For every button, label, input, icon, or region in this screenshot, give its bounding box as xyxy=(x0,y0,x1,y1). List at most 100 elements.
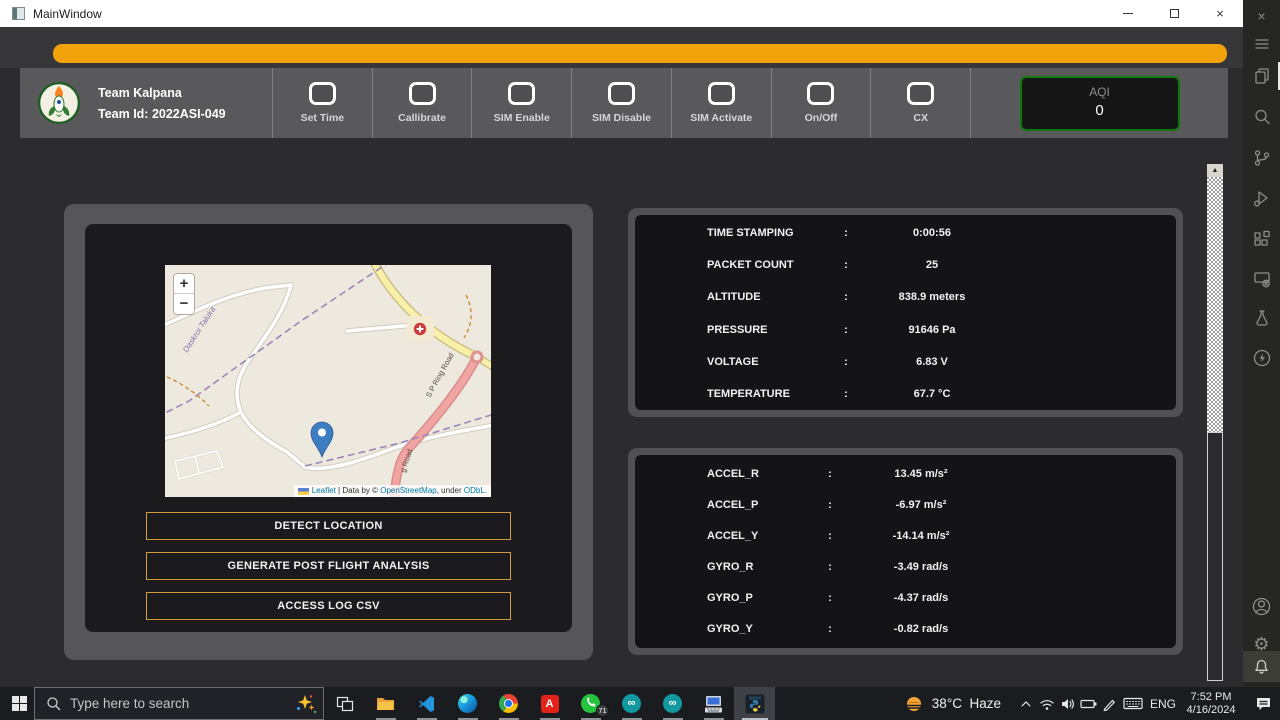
team-id: Team Id: 2022ASI-049 xyxy=(98,107,226,121)
toolbar-item-cx: CX xyxy=(870,68,970,138)
task-view-button[interactable] xyxy=(324,687,365,720)
progress-bar xyxy=(53,44,1227,63)
leaflet-map[interactable]: Daskroi Taluka S P Ring Road g Road + − … xyxy=(165,265,491,497)
map-canvas: Daskroi Taluka S P Ring Road g Road xyxy=(165,265,491,497)
whatsapp-button[interactable]: 71 xyxy=(570,687,611,720)
chrome-icon xyxy=(499,694,518,713)
wifi-tray-button[interactable] xyxy=(1036,687,1057,720)
chevron-up-icon xyxy=(1019,697,1033,711)
team-logo xyxy=(38,82,80,124)
detect-location-button[interactable]: DETECT LOCATION xyxy=(146,512,511,540)
touch-keyboard-button[interactable] xyxy=(1120,687,1146,720)
sim-enable-checkbox[interactable] xyxy=(508,82,535,105)
colon: : xyxy=(819,592,841,604)
colon: : xyxy=(835,227,857,239)
file-explorer-button[interactable] xyxy=(365,687,406,720)
telemetry-label: TEMPERATURE xyxy=(707,388,835,400)
sim-activate-checkbox[interactable] xyxy=(708,82,735,105)
panel-close-button[interactable]: × xyxy=(1243,2,1280,30)
zoom-out-button[interactable]: − xyxy=(174,294,194,314)
imu-row: ACCEL_Y:-14.14 m/s² xyxy=(635,520,1176,551)
odbl-link[interactable]: ODbL. xyxy=(464,485,487,497)
edge-icon xyxy=(458,694,477,713)
taskbar-clock[interactable]: 7:52 PM 4/16/2024 xyxy=(1180,691,1242,717)
action-center-button[interactable] xyxy=(1246,687,1280,720)
cx-label: CX xyxy=(913,112,928,124)
search-input[interactable] xyxy=(70,696,270,711)
chrome-button[interactable] xyxy=(488,687,529,720)
colon: : xyxy=(819,530,841,542)
telemetry-value: 91646 Pa xyxy=(857,324,1007,336)
callibrate-checkbox[interactable] xyxy=(409,82,436,105)
maximize-icon xyxy=(1170,9,1179,18)
remote-explorer-button[interactable] xyxy=(1243,265,1280,293)
colon: : xyxy=(835,356,857,368)
zoom-in-button[interactable]: + xyxy=(174,274,194,294)
weather-widget[interactable]: 38°C Haze xyxy=(904,694,1001,714)
whatsapp-badge: 71 xyxy=(596,704,609,717)
source-control-button[interactable] xyxy=(1243,144,1280,172)
start-button[interactable] xyxy=(4,687,34,720)
scrollbar-track[interactable] xyxy=(1207,177,1223,432)
battery-icon xyxy=(1080,698,1098,710)
bell-icon xyxy=(1252,657,1271,676)
edge-button[interactable] xyxy=(447,687,488,720)
minimize-button[interactable] xyxy=(1105,0,1151,27)
telemetry-row: ALTITUDE:838.9 meters xyxy=(635,281,1176,313)
show-hidden-icons-button[interactable] xyxy=(1015,687,1036,720)
scrollbar-thumb[interactable] xyxy=(1207,432,1223,681)
arduino-2-button[interactable]: ∞ xyxy=(652,687,693,720)
battery-tray-button[interactable] xyxy=(1078,687,1099,720)
run-debug-button[interactable] xyxy=(1243,184,1280,212)
attribution-text-2: , under xyxy=(437,485,464,497)
extensions-button[interactable] xyxy=(1243,225,1280,253)
colon: : xyxy=(819,623,841,635)
arduino-icon: ∞ xyxy=(622,694,641,713)
account-button[interactable] xyxy=(1243,592,1280,620)
telemetry-row: VOLTAGE:6.83 V xyxy=(635,346,1176,378)
debug-play-icon xyxy=(1252,188,1272,208)
copy-pages-icon xyxy=(1252,66,1272,86)
set-time-checkbox[interactable] xyxy=(309,82,336,105)
windows-ink-button[interactable] xyxy=(1099,687,1120,720)
imu-value: -0.82 rad/s xyxy=(841,623,1001,635)
remote-desktop-button[interactable] xyxy=(693,687,734,720)
telemetry-label: ALTITUDE xyxy=(707,291,835,303)
map-attribution: Leaflet | Data by © OpenStreetMap , unde… xyxy=(294,485,491,497)
imu-label: ACCEL_P xyxy=(707,499,819,511)
osm-link[interactable]: OpenStreetMap xyxy=(380,485,436,497)
generate-post-flight-analysis-button[interactable]: GENERATE POST FLIGHT ANALYSIS xyxy=(146,552,511,580)
search-button[interactable] xyxy=(1243,103,1280,131)
volume-tray-button[interactable] xyxy=(1057,687,1078,720)
wifi-icon xyxy=(1039,697,1055,711)
notifications-button[interactable] xyxy=(1243,652,1280,680)
maximize-button[interactable] xyxy=(1151,0,1197,27)
vscode-button[interactable] xyxy=(406,687,447,720)
notification-comment-icon xyxy=(1255,696,1272,712)
activity-bar: × ⚙ xyxy=(1243,0,1280,687)
on-off-checkbox[interactable] xyxy=(807,82,834,105)
sim-disable-checkbox[interactable] xyxy=(608,82,635,105)
leaflet-link[interactable]: Leaflet xyxy=(312,485,336,497)
testing-button[interactable] xyxy=(1243,304,1280,332)
acrobat-button[interactable]: A xyxy=(529,687,570,720)
close-button[interactable]: × xyxy=(1197,0,1243,27)
arduino-button[interactable]: ∞ xyxy=(611,687,652,720)
imu-row: GYRO_P:-4.37 rad/s xyxy=(635,582,1176,613)
menu-button[interactable] xyxy=(1243,30,1280,58)
taskbar-search[interactable] xyxy=(34,687,324,720)
pages-button[interactable] xyxy=(1243,62,1280,90)
imu-row: ACCEL_P:-6.97 m/s² xyxy=(635,489,1176,520)
pen-icon xyxy=(1102,697,1117,711)
access-log-csv-button[interactable]: ACCESS LOG CSV xyxy=(146,592,511,620)
scrollbar-up-button[interactable]: ▲ xyxy=(1207,164,1223,177)
ground-station-app-button[interactable] xyxy=(734,687,775,720)
language-indicator[interactable]: ENG xyxy=(1146,697,1180,711)
cx-checkbox[interactable] xyxy=(907,82,934,105)
sim-enable-label: SIM Enable xyxy=(494,112,550,124)
telemetry-row: PACKET COUNT:25 xyxy=(635,249,1176,281)
window-title: MainWindow xyxy=(33,7,102,21)
power-tools-button[interactable] xyxy=(1243,344,1280,372)
imu-label: GYRO_R xyxy=(707,561,819,573)
aqi-section: AQI 0 xyxy=(970,68,1228,138)
